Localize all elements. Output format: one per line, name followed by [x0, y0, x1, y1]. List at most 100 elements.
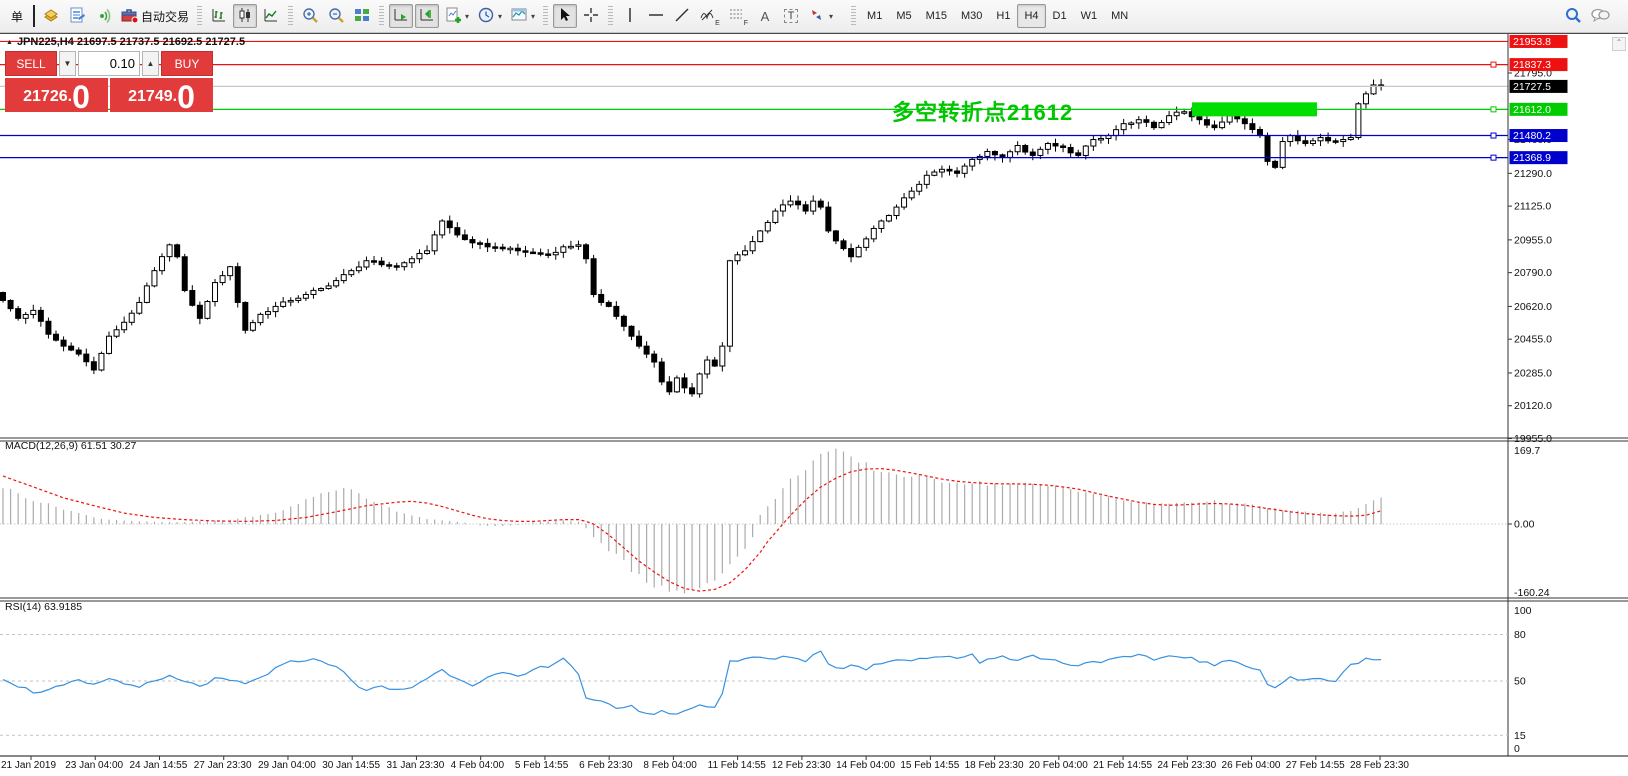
chat-bubbles-icon [1590, 6, 1610, 27]
chart-title-text: JPN225,H4 21697.5 21737.5 21692.5 21727.… [17, 36, 245, 48]
svg-text:4 Feb 04:00: 4 Feb 04:00 [451, 760, 505, 771]
autotrading-button[interactable]: 自动交易 [117, 4, 192, 28]
chart-shift-button[interactable] [415, 4, 439, 28]
chat-button[interactable] [1587, 4, 1613, 28]
sell-price-big-digit: 0 [72, 82, 90, 112]
buy-button[interactable]: BUY [161, 51, 213, 76]
horizontal-line-button[interactable] [644, 4, 668, 28]
tile-windows-button[interactable] [350, 4, 374, 28]
svg-text:20955.0: 20955.0 [1514, 234, 1552, 246]
auto-scroll-button[interactable] [389, 4, 413, 28]
fibonacci-button[interactable]: F [725, 4, 751, 28]
clock-icon [477, 6, 495, 27]
toolbar-grip [608, 6, 613, 26]
chart-canvas[interactable]: 21795.021460.021290.021125.020955.020790… [0, 34, 1628, 776]
zoom-in-button[interactable] [298, 4, 322, 28]
top-toolbar: 单 自动交易 [0, 0, 1628, 33]
autotrading-label: 自动交易 [141, 8, 189, 25]
template-button[interactable]: ▾ [507, 4, 538, 28]
zoom-in-icon [301, 6, 319, 27]
volume-input[interactable] [78, 51, 140, 76]
svg-text:15: 15 [1514, 730, 1526, 742]
text-label-button[interactable]: T [779, 4, 803, 28]
trendline-icon [673, 6, 691, 27]
svg-text:30 Jan 14:55: 30 Jan 14:55 [322, 760, 380, 771]
toolbox-icon [120, 6, 139, 27]
sell-price-main: 21726. [23, 82, 72, 112]
text-button[interactable]: A [753, 4, 777, 28]
elliott-sub-label: E [715, 20, 720, 27]
market-depth-button[interactable] [39, 4, 63, 28]
timeframe-h4[interactable]: H4 [1017, 4, 1045, 28]
timeframe-mn[interactable]: MN [1104, 4, 1135, 28]
bar-chart-button[interactable] [207, 4, 231, 28]
chevron-down-icon: ▾ [465, 12, 469, 21]
svg-text:0.00: 0.00 [1514, 519, 1535, 531]
svg-text:21125.0: 21125.0 [1514, 201, 1551, 213]
svg-text:24 Jan 14:55: 24 Jan 14:55 [129, 760, 187, 771]
fibonacci-icon [728, 6, 744, 27]
toolbar-grip [288, 6, 293, 26]
fibonacci-sub-label: F [744, 20, 748, 27]
svg-text:8 Feb 04:00: 8 Feb 04:00 [643, 760, 697, 771]
svg-text:23 Jan 04:00: 23 Jan 04:00 [65, 760, 123, 771]
radar-waves-icon [94, 6, 112, 27]
line-chart-button[interactable] [259, 4, 283, 28]
svg-text:20790.0: 20790.0 [1514, 267, 1552, 279]
timeframe-m5[interactable]: M5 [889, 4, 918, 28]
volume-up-button[interactable]: ▲ [142, 51, 159, 76]
timeframe-menu-button[interactable]: ▾ [474, 4, 505, 28]
buy-price-main: 21749. [128, 82, 177, 112]
sell-button[interactable]: SELL [5, 51, 57, 76]
zoom-out-icon [327, 6, 345, 27]
search-button[interactable] [1561, 4, 1585, 28]
crosshair-icon [582, 6, 600, 27]
strategy-tester-button[interactable] [65, 4, 89, 28]
crosshair-button[interactable] [579, 4, 603, 28]
new-order-label: 单 [11, 8, 23, 25]
svg-text:21 Jan 2019: 21 Jan 2019 [1, 760, 56, 771]
chart-shift-icon [418, 6, 436, 27]
svg-text:20285.0: 20285.0 [1514, 367, 1552, 379]
buy-price-button[interactable]: 21749.0 [110, 78, 213, 112]
arrows-button[interactable]: ▾ [805, 4, 836, 28]
timeframe-d1[interactable]: D1 [1046, 4, 1074, 28]
blue-document-icon [68, 6, 86, 27]
sell-price-button[interactable]: 21726.0 [5, 78, 108, 112]
collapse-triangle-icon: ▲ [6, 39, 13, 46]
trendline-button[interactable] [670, 4, 694, 28]
timeframe-m15[interactable]: M15 [919, 4, 954, 28]
toolbar-grip [197, 6, 202, 26]
svg-text:21953.8: 21953.8 [1513, 36, 1551, 48]
timeframe-m30[interactable]: M30 [954, 4, 989, 28]
new-chart-icon [444, 6, 462, 27]
volume-down-button[interactable]: ▼ [59, 51, 76, 76]
timeframe-w1[interactable]: W1 [1074, 4, 1105, 28]
cursor-arrow-icon [556, 6, 574, 27]
elliott-wave-button[interactable]: E [696, 4, 723, 28]
timeframe-h1[interactable]: H1 [989, 4, 1017, 28]
new-chart-button[interactable]: ▾ [441, 4, 472, 28]
pivot-annotation-text: 多空转折点21612 [892, 95, 1073, 127]
chart-window: 21795.021460.021290.021125.020955.020790… [0, 33, 1628, 776]
svg-text:15 Feb 14:55: 15 Feb 14:55 [900, 760, 959, 771]
svg-text:29 Jan 04:00: 29 Jan 04:00 [258, 760, 316, 771]
toolbar-grip [851, 6, 856, 26]
svg-text:12 Feb 23:30: 12 Feb 23:30 [772, 760, 831, 771]
bar-chart-icon [210, 6, 228, 27]
cursor-button[interactable] [553, 4, 577, 28]
text-label-icon: T [784, 9, 799, 23]
svg-text:21727.5: 21727.5 [1513, 81, 1551, 93]
arrows-icon [808, 6, 826, 27]
timeframe-m1[interactable]: M1 [860, 4, 889, 28]
vertical-line-button[interactable] [618, 4, 642, 28]
candlestick-chart-button[interactable] [233, 4, 257, 28]
svg-text:169.7: 169.7 [1514, 445, 1540, 457]
signals-button[interactable] [91, 4, 115, 28]
scrollbar-up-button[interactable]: ⌃ [1612, 37, 1626, 51]
zoom-out-button[interactable] [324, 4, 348, 28]
svg-text:20620.0: 20620.0 [1514, 301, 1552, 313]
search-icon [1564, 6, 1582, 27]
template-chart-icon [510, 6, 528, 27]
new-order-button[interactable]: 单 [5, 4, 29, 28]
